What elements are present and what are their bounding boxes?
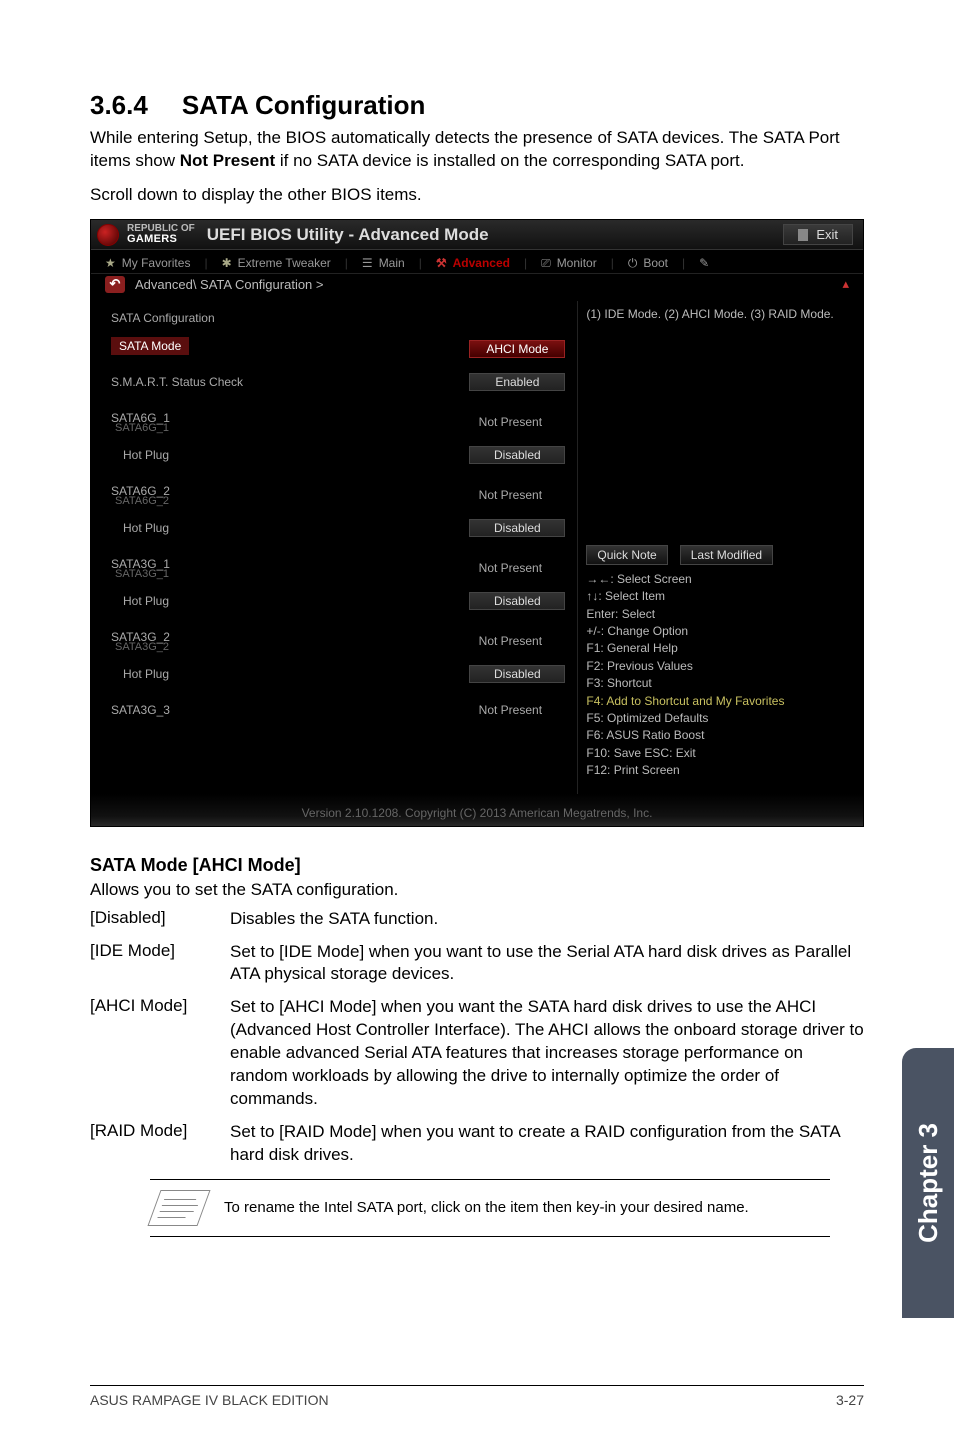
page-footer: ASUS RAMPAGE IV BLACK EDITION 3-27: [90, 1385, 864, 1408]
note-block: To rename the Intel SATA port, click on …: [150, 1179, 830, 1237]
section-heading: 3.6.4 SATA Configuration: [90, 90, 864, 121]
hot-plug-label[interactable]: Hot Plug: [111, 448, 169, 462]
breadcrumb: ↶ Advanced\ SATA Configuration > ▴: [91, 274, 863, 301]
quick-note-button[interactable]: Quick Note: [586, 545, 667, 565]
list-icon: ☰: [362, 256, 373, 270]
option-desc: Set to [RAID Mode] when you want to crea…: [230, 1121, 864, 1167]
scroll-note: Scroll down to display the other BIOS it…: [90, 185, 864, 205]
last-modified-button[interactable]: Last Modified: [680, 545, 773, 565]
exit-button[interactable]: Exit: [783, 224, 853, 245]
option-label: [AHCI Mode]: [90, 996, 230, 1111]
bios-tabs: ★My Favorites | ✱Extreme Tweaker | ☰ Mai…: [91, 250, 863, 274]
exit-icon: [798, 229, 808, 241]
bios-titlebar: REPUBLIC OF GAMERS UEFI BIOS Utility - A…: [91, 220, 863, 250]
hot-plug-label[interactable]: Hot Plug: [111, 667, 169, 681]
sata-port-presence: Not Present: [455, 634, 565, 648]
tab-advanced[interactable]: ⚒ Advanced: [436, 256, 510, 270]
sata-port-header: SATA3G_3: [111, 703, 170, 717]
option-desc: Set to [IDE Mode] when you want to use t…: [230, 941, 864, 987]
bios-help-pane: (1) IDE Mode. (2) AHCI Mode. (3) RAID Mo…: [577, 301, 863, 794]
sata-mode-value[interactable]: AHCI Mode: [469, 340, 565, 358]
footer-right: 3-27: [836, 1392, 864, 1408]
monitor-icon: ⎚: [541, 256, 551, 271]
tool-icon: ✎: [699, 256, 709, 270]
option-desc: Set to [AHCI Mode] when you want the SAT…: [230, 996, 864, 1111]
option-label: [IDE Mode]: [90, 941, 230, 987]
option-desc: Disables the SATA function.: [230, 908, 864, 931]
rog-logo-icon: [97, 224, 119, 246]
wrench-icon: ⚒: [436, 256, 447, 270]
crumb-tool-icon: ▴: [842, 276, 849, 292]
tab-extreme-tweaker[interactable]: ✱Extreme Tweaker: [222, 256, 331, 270]
option-label: [RAID Mode]: [90, 1121, 230, 1167]
sata-mode-desc: Allows you to set the SATA configuration…: [90, 880, 864, 900]
smart-status-value[interactable]: Enabled: [469, 373, 565, 391]
hot-plug-value[interactable]: Disabled: [469, 665, 565, 683]
bios-logo-block: REPUBLIC OF GAMERS UEFI BIOS Utility - A…: [97, 224, 489, 246]
section-number: 3.6.4: [90, 90, 148, 120]
gear-icon: ✱: [222, 256, 232, 270]
sata-configuration-label: SATA Configuration: [111, 311, 215, 325]
star-icon: ★: [105, 256, 116, 270]
bios-settings-pane: SATA Configuration SATA Mode AHCI Mode S…: [91, 301, 577, 794]
back-button[interactable]: ↶: [105, 276, 125, 293]
power-icon: ⏻: [628, 256, 638, 271]
tab-favorites[interactable]: ★My Favorites: [105, 256, 190, 270]
shortcut-list: →←: Select Screen ↑↓: Select Item Enter:…: [586, 571, 851, 780]
tab-monitor[interactable]: ⎚ Monitor: [541, 256, 597, 271]
sata-mode-item[interactable]: SATA Mode: [111, 337, 189, 355]
smart-status-label[interactable]: S.M.A.R.T. Status Check: [111, 375, 243, 389]
hot-plug-label[interactable]: Hot Plug: [111, 521, 169, 535]
intro-text: While entering Setup, the BIOS automatic…: [90, 127, 864, 173]
sata-port-presence: Not Present: [455, 488, 565, 502]
sata-port-presence: Not Present: [455, 703, 565, 717]
mode-options: [Disabled] Disables the SATA function. […: [90, 908, 864, 1167]
tab-boot[interactable]: ⏻ Boot: [628, 256, 668, 271]
hot-plug-value[interactable]: Disabled: [469, 446, 565, 464]
option-label: [Disabled]: [90, 908, 230, 931]
bios-utility-title: UEFI BIOS Utility - Advanced Mode: [207, 225, 489, 245]
bios-version-line: Version 2.10.1208. Copyright (C) 2013 Am…: [91, 794, 863, 826]
hot-plug-value[interactable]: Disabled: [469, 592, 565, 610]
tab-main[interactable]: ☰ Main: [362, 256, 405, 270]
sata-mode-heading: SATA Mode [AHCI Mode]: [90, 855, 864, 876]
sata-port-presence: Not Present: [455, 415, 565, 429]
help-text: (1) IDE Mode. (2) AHCI Mode. (3) RAID Mo…: [586, 307, 851, 437]
hot-plug-label[interactable]: Hot Plug: [111, 594, 169, 608]
footer-left: ASUS RAMPAGE IV BLACK EDITION: [90, 1392, 329, 1408]
sata-port-presence: Not Present: [455, 561, 565, 575]
note-text: To rename the Intel SATA port, click on …: [224, 1199, 749, 1216]
hot-plug-value[interactable]: Disabled: [469, 519, 565, 537]
tab-tool[interactable]: ✎: [699, 256, 715, 270]
section-title: SATA Configuration: [182, 90, 426, 120]
chapter-tab: Chapter 3: [902, 1048, 954, 1318]
note-icon: [147, 1190, 210, 1226]
bios-screenshot: REPUBLIC OF GAMERS UEFI BIOS Utility - A…: [90, 219, 864, 827]
